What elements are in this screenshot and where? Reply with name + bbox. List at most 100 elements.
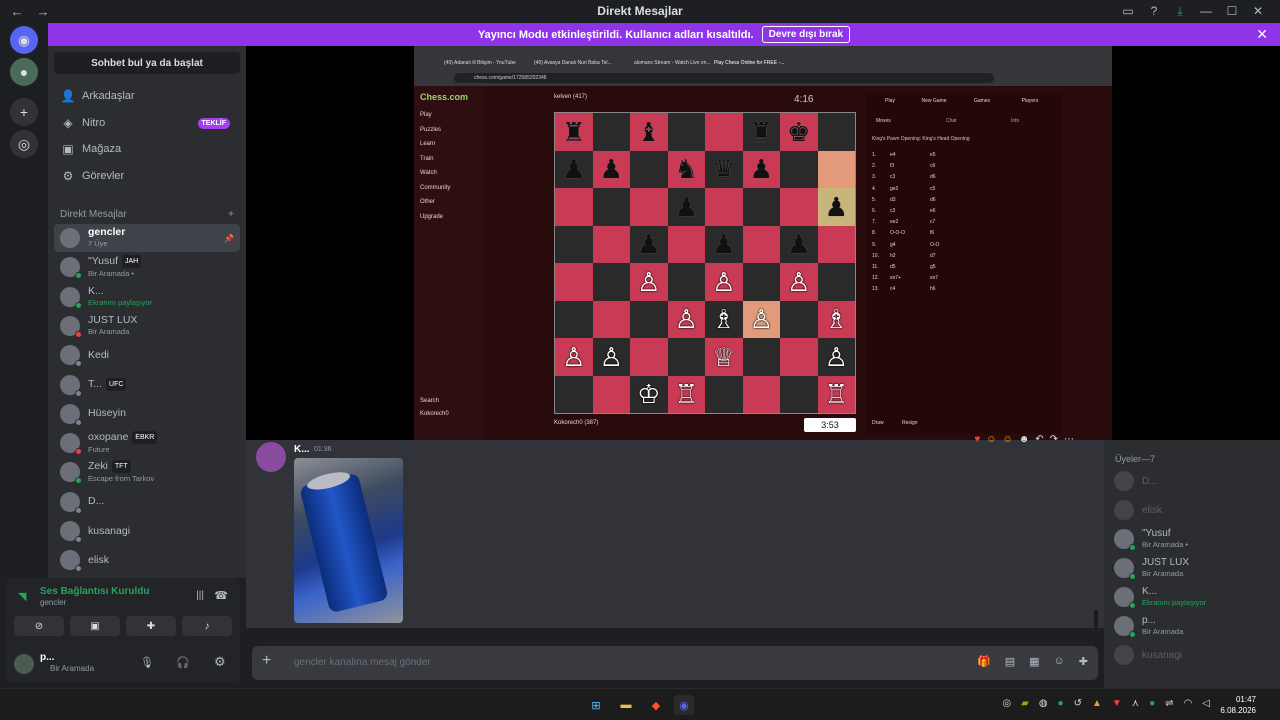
dm-item[interactable]: T... UFC xyxy=(54,371,240,399)
dm-name: T... xyxy=(88,378,103,390)
taskbar-clock[interactable]: 01:47 6.08.2026 xyxy=(1220,694,1256,716)
dm-item[interactable]: K... Ekranını paylaşıyor xyxy=(54,283,240,311)
wifi-icon[interactable]: ◠ xyxy=(1184,698,1193,709)
nav-nitro[interactable]: ◈ Nitro TEKLİF xyxy=(54,111,240,135)
download-icon[interactable]: ⤓ xyxy=(1168,0,1192,22)
forward-icon[interactable]: ↷ xyxy=(1050,434,1058,445)
headphones-icon[interactable]: 🎧 xyxy=(176,656,190,669)
member-item[interactable]: elisk xyxy=(1114,497,1274,523)
chess-piece: ♙ xyxy=(712,266,736,297)
tray-icon[interactable]: ⋏ xyxy=(1132,698,1139,709)
dm-item[interactable]: D... xyxy=(54,488,240,516)
tray-icon[interactable]: ▼ xyxy=(1112,698,1122,709)
gift-icon[interactable]: 🎁 xyxy=(977,655,991,668)
tray-icon[interactable]: ● xyxy=(1149,698,1155,709)
move: f3 xyxy=(890,163,895,170)
reply-icon[interactable]: ↶ xyxy=(1035,434,1043,445)
help-icon[interactable]: ? xyxy=(1142,0,1166,22)
clock-date: 6.08.2026 xyxy=(1220,706,1256,715)
dm-item[interactable]: elisk xyxy=(54,546,240,574)
apps-icon[interactable]: ✚ xyxy=(1079,655,1088,668)
language-icon[interactable]: ⇌ xyxy=(1165,698,1173,709)
streamer-mode-banner: Yayıncı Modu etkinleştirildi. Kullanıcı … xyxy=(48,23,1280,46)
minimize-button[interactable]: — xyxy=(1194,0,1218,22)
inbox-icon[interactable]: ▭ xyxy=(1116,0,1140,22)
board-square: ♙ xyxy=(592,338,630,376)
nav-store[interactable]: ▣ Mağaza xyxy=(54,137,240,161)
dm-item[interactable]: kusanagi xyxy=(54,517,240,545)
sticker-icon[interactable]: ▦ xyxy=(1029,655,1039,668)
discord-taskbar-icon[interactable]: ◉ xyxy=(674,695,694,715)
emoji-icon[interactable]: ☺ xyxy=(1054,655,1065,668)
maximize-button[interactable]: ☐ xyxy=(1220,0,1244,22)
tray-icon[interactable]: ◍ xyxy=(1039,698,1048,709)
emoji-icon[interactable]: ☺ xyxy=(1002,434,1012,445)
add-reaction-icon[interactable]: ☻ xyxy=(1019,434,1030,445)
attachment-image[interactable] xyxy=(294,458,403,623)
tray-icon[interactable]: ↺ xyxy=(1074,698,1082,709)
voice-channel[interactable]: gencler xyxy=(40,598,66,607)
heart-icon[interactable]: ♥ xyxy=(974,434,980,445)
nvidia-icon[interactable]: ▰ xyxy=(1021,698,1029,709)
microphone-icon[interactable]: 🎙 xyxy=(140,656,154,669)
soundboard-button[interactable]: ♪ xyxy=(182,616,232,636)
scrollbar[interactable] xyxy=(1094,610,1098,628)
server-icon[interactable]: ● xyxy=(10,58,38,86)
noise-icon[interactable]: ||| xyxy=(196,590,204,601)
move-number: 10. xyxy=(872,252,879,259)
move: c7 xyxy=(930,219,936,226)
nav-quests[interactable]: ⚙ Görevler xyxy=(54,164,240,188)
brave-browser-icon[interactable]: ◆ xyxy=(646,695,666,715)
message-input[interactable]: gencler kanalına mesaj gönder xyxy=(294,657,431,668)
tray-icon[interactable]: ◎ xyxy=(1002,698,1011,709)
explore-icon[interactable]: ◎ xyxy=(10,130,38,158)
member-item[interactable]: K... Ekranını paylaşıyor xyxy=(1114,584,1274,610)
avatar xyxy=(60,462,82,485)
create-dm-icon[interactable]: + xyxy=(228,209,234,220)
tray-icon[interactable]: ● xyxy=(1058,698,1064,709)
dm-item[interactable]: gencler 7 Üye 📌 xyxy=(54,224,240,252)
close-icon[interactable]: ✕ xyxy=(1256,26,1268,43)
find-conversation-button[interactable]: Sohbet bul ya da başlat xyxy=(54,52,240,74)
avatar[interactable] xyxy=(256,442,286,472)
message-composer[interactable]: + gencler kanalına mesaj gönder 🎁 ▤ ▦ ☺ … xyxy=(252,646,1098,680)
message-author[interactable]: K... xyxy=(294,444,310,455)
dm-item[interactable]: Kedi xyxy=(54,341,240,369)
stream-stage[interactable]: (40) Adanalı ili Bitişim - YouTube (40) … xyxy=(246,46,1280,440)
more-icon[interactable]: ⋯ xyxy=(1064,434,1074,445)
close-window-button[interactable]: ✕ xyxy=(1246,0,1270,22)
file-explorer-icon[interactable]: ▬ xyxy=(616,695,636,715)
windows-start-icon[interactable]: ⊞ xyxy=(586,695,606,715)
panel-tab: New Game xyxy=(921,98,947,104)
pin-icon[interactable]: 📌 xyxy=(224,234,234,243)
dm-item[interactable]: JUST LUX Bir Aramada xyxy=(54,312,240,340)
settings-gear-icon[interactable]: ⚙ xyxy=(214,654,226,670)
discord-home-icon[interactable]: ◉ xyxy=(10,26,38,54)
disable-streamer-button[interactable]: Devre dışı bırak xyxy=(761,26,851,43)
status-indicator xyxy=(75,536,82,543)
dm-item[interactable]: oxopane EBKR Future xyxy=(54,429,240,457)
add-server-icon[interactable]: + xyxy=(10,98,38,126)
dm-name: Kedi xyxy=(88,348,110,361)
dm-item[interactable]: Zeki TFT Escape from Tarkov xyxy=(54,458,240,486)
dm-item[interactable]: Hüseyin xyxy=(54,400,240,428)
status-indicator xyxy=(75,389,82,397)
screen-share-button[interactable]: ▣ xyxy=(70,616,120,636)
member-item[interactable]: "Yusuf Bir Aramada • xyxy=(1114,526,1274,552)
gif-icon[interactable]: ▤ xyxy=(1005,655,1015,668)
nav-friends[interactable]: 👤 Arkadaşlar xyxy=(54,84,240,108)
video-off-button[interactable]: ⊘ xyxy=(14,616,64,636)
tray-icon[interactable]: ▲ xyxy=(1092,698,1102,709)
disconnect-icon[interactable]: ☎ xyxy=(214,589,228,602)
member-item[interactable]: kusanagi xyxy=(1114,642,1274,668)
member-item[interactable]: JUST LUX Bir Aramada xyxy=(1114,555,1274,581)
dm-item[interactable]: "Yusuf JAH Bir Aramada • xyxy=(54,253,240,281)
volume-icon[interactable]: ◁ xyxy=(1202,698,1210,709)
attach-icon[interactable]: + xyxy=(262,652,271,670)
member-item[interactable]: p... Bir Aramada xyxy=(1114,613,1274,639)
member-item[interactable]: D... xyxy=(1114,468,1274,494)
avatar[interactable] xyxy=(14,654,34,674)
emoji-icon[interactable]: ☺ xyxy=(986,434,996,445)
dm-subtitle: Bir Aramada • xyxy=(88,269,134,279)
activities-button[interactable]: ✚ xyxy=(126,616,176,636)
